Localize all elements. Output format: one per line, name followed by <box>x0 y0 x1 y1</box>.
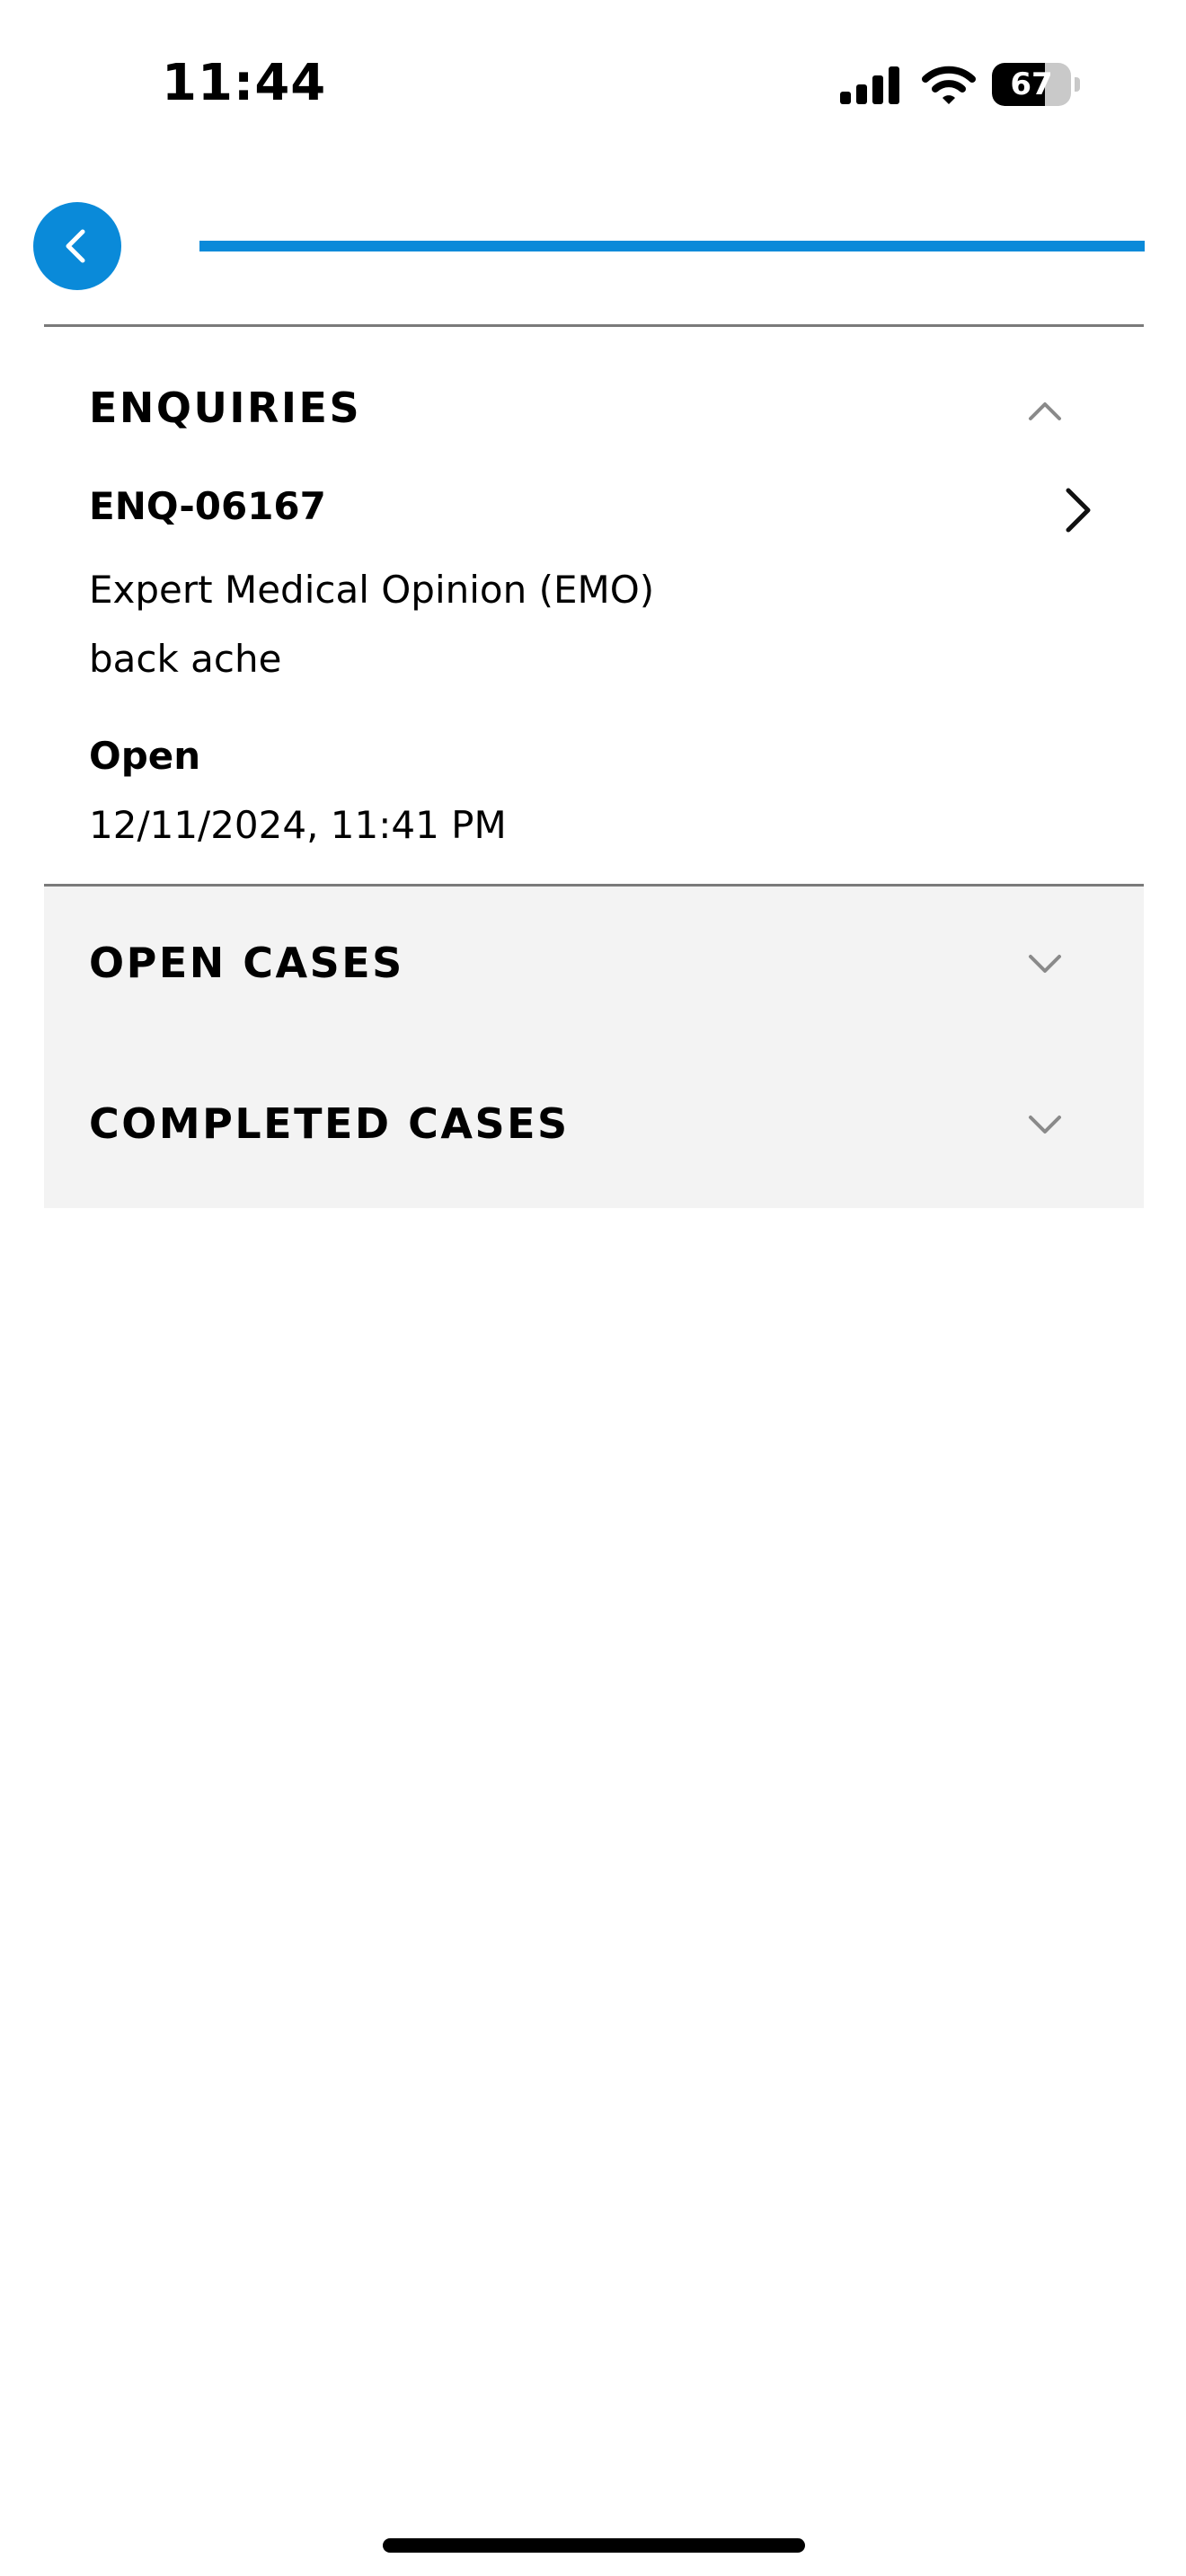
battery-icon: 67 <box>992 63 1082 106</box>
battery-cap <box>1075 77 1080 92</box>
enquiry-status: Open <box>89 734 201 778</box>
battery-percentage: 67 <box>1010 66 1053 102</box>
collapsed-sections: OPEN CASES COMPLETED CASES <box>44 887 1144 1208</box>
open-cases-header[interactable]: OPEN CASES <box>44 887 1144 1021</box>
completed-cases-title: COMPLETED CASES <box>89 1099 570 1148</box>
chevron-right-icon[interactable] <box>1056 485 1099 535</box>
enquiry-card: ENQUIRIES ENQ-06167 Expert Medical Opini… <box>44 327 1144 884</box>
chevron-down-icon <box>1029 955 1061 973</box>
enquiry-description: back ache <box>89 637 282 681</box>
status-bar: 11:44 67 <box>0 0 1186 171</box>
enquiries-header[interactable]: ENQUIRIES <box>44 327 1144 462</box>
main-content: ENQUIRIES ENQ-06167 Expert Medical Opini… <box>44 324 1144 1208</box>
open-cases-title: OPEN CASES <box>89 939 404 987</box>
battery-body: 67 <box>992 63 1071 106</box>
chevron-left-icon <box>66 229 85 263</box>
completed-cases-header[interactable]: COMPLETED CASES <box>44 1048 1144 1183</box>
wifi-icon <box>922 66 976 104</box>
enquiry-type: Expert Medical Opinion (EMO) <box>89 568 655 612</box>
back-button[interactable] <box>33 202 121 290</box>
signal-icon <box>840 66 899 104</box>
enquiry-id: ENQ-06167 <box>89 484 326 528</box>
enquiries-title: ENQUIRIES <box>89 384 362 432</box>
enquiries-section: ENQUIRIES ENQ-06167 Expert Medical Opini… <box>44 327 1144 884</box>
status-time: 11:44 <box>162 54 327 112</box>
home-indicator <box>383 2538 805 2553</box>
enquiry-date: 12/11/2024, 11:41 PM <box>89 803 507 847</box>
chevron-up-icon <box>1029 402 1061 420</box>
chevron-down-icon <box>1029 1116 1061 1134</box>
header-progress-bar <box>199 241 1145 251</box>
